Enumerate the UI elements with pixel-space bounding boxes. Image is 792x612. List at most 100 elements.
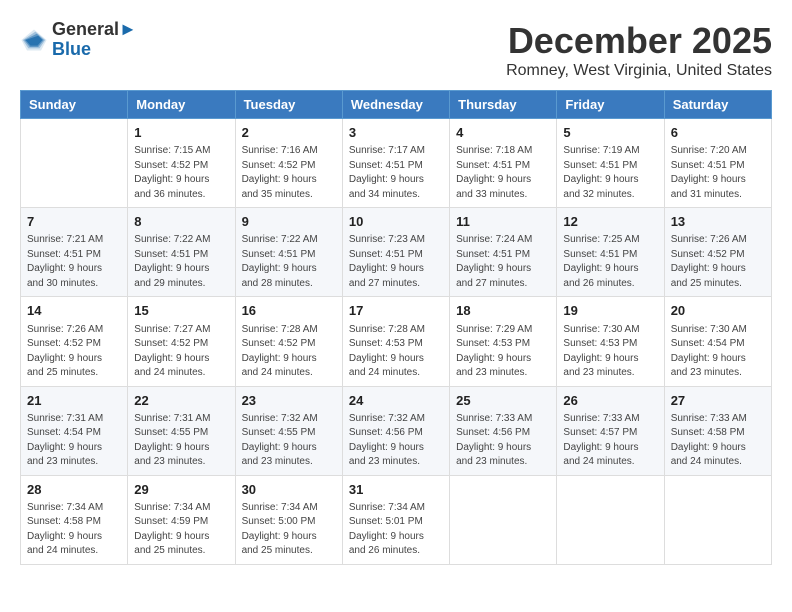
- calendar-cell: 9 Sunrise: 7:22 AM Sunset: 4:51 PM Daylig…: [235, 208, 342, 297]
- day-number: 4: [456, 124, 550, 142]
- calendar-cell: [21, 119, 128, 208]
- logo-text: General► Blue: [52, 20, 137, 60]
- calendar-cell: 19Sunrise: 7:30 AM Sunset: 4:53 PM Dayli…: [557, 297, 664, 386]
- day-number: 6: [671, 124, 765, 142]
- calendar-cell: 21Sunrise: 7:31 AM Sunset: 4:54 PM Dayli…: [21, 386, 128, 475]
- calendar-cell: 28 Sunrise: 7:34 AM Sunset: 4:58 PM Dayli…: [21, 475, 128, 564]
- day-info: Sunrise: 7:17 AM Sunset: 4:51 PM Dayligh…: [349, 144, 443, 202]
- calendar-cell: 17 Sunrise: 7:28 AM Sunset: 4:53 PM Dayli…: [342, 297, 449, 386]
- day-number: 8: [134, 213, 228, 231]
- day-info: Sunrise: 7:31 AM Sunset: 4:54 PM Dayligh…: [27, 412, 121, 470]
- day-info: Sunrise: 7:23 AM Sunset: 4:51 PM Dayligh…: [349, 233, 443, 291]
- day-number: 5: [563, 124, 657, 142]
- day-info: Sunrise: 7:15 AM Sunset: 4:52 PM Dayligh…: [134, 144, 228, 202]
- header-day-wednesday: Wednesday: [342, 91, 449, 119]
- calendar-week-4: 21Sunrise: 7:31 AM Sunset: 4:54 PM Dayli…: [21, 386, 772, 475]
- day-info: Sunrise: 7:31 AM Sunset: 4:55 PM Dayligh…: [134, 412, 228, 470]
- day-number: 19: [563, 302, 657, 320]
- day-info: Sunrise: 7:20 AM Sunset: 4:51 PM Dayligh…: [671, 144, 765, 202]
- header-day-thursday: Thursday: [450, 91, 557, 119]
- day-info: Sunrise: 7:18 AM Sunset: 4:51 PM Dayligh…: [456, 144, 550, 202]
- day-number: 29: [134, 481, 228, 499]
- calendar-cell: 2 Sunrise: 7:16 AM Sunset: 4:52 PM Daylig…: [235, 119, 342, 208]
- day-number: 15: [134, 302, 228, 320]
- header-day-monday: Monday: [128, 91, 235, 119]
- logo-icon: [20, 26, 48, 54]
- day-info: Sunrise: 7:34 AM Sunset: 4:59 PM Dayligh…: [134, 501, 228, 559]
- calendar-cell: [664, 475, 771, 564]
- day-number: 9: [242, 213, 336, 231]
- calendar-cell: 12Sunrise: 7:25 AM Sunset: 4:51 PM Dayli…: [557, 208, 664, 297]
- calendar-cell: 1 Sunrise: 7:15 AM Sunset: 4:52 PM Daylig…: [128, 119, 235, 208]
- calendar-cell: 18 Sunrise: 7:29 AM Sunset: 4:53 PM Dayli…: [450, 297, 557, 386]
- day-info: Sunrise: 7:34 AM Sunset: 5:00 PM Dayligh…: [242, 501, 336, 559]
- header-day-saturday: Saturday: [664, 91, 771, 119]
- calendar-cell: 29 Sunrise: 7:34 AM Sunset: 4:59 PM Dayli…: [128, 475, 235, 564]
- day-number: 16: [242, 302, 336, 320]
- calendar-cell: 8Sunrise: 7:22 AM Sunset: 4:51 PM Daylig…: [128, 208, 235, 297]
- main-title: December 2025: [506, 20, 772, 62]
- day-info: Sunrise: 7:32 AM Sunset: 4:55 PM Dayligh…: [242, 412, 336, 470]
- calendar-week-1: 1 Sunrise: 7:15 AM Sunset: 4:52 PM Daylig…: [21, 119, 772, 208]
- calendar-cell: [450, 475, 557, 564]
- logo-blue-text: Blue: [52, 40, 137, 60]
- calendar-week-2: 7 Sunrise: 7:21 AM Sunset: 4:51 PM Daylig…: [21, 208, 772, 297]
- calendar-cell: 26Sunrise: 7:33 AM Sunset: 4:57 PM Dayli…: [557, 386, 664, 475]
- day-info: Sunrise: 7:30 AM Sunset: 4:54 PM Dayligh…: [671, 323, 765, 381]
- day-info: Sunrise: 7:16 AM Sunset: 4:52 PM Dayligh…: [242, 144, 336, 202]
- day-number: 18: [456, 302, 550, 320]
- day-info: Sunrise: 7:25 AM Sunset: 4:51 PM Dayligh…: [563, 233, 657, 291]
- day-info: Sunrise: 7:26 AM Sunset: 4:52 PM Dayligh…: [27, 323, 121, 381]
- calendar-week-5: 28 Sunrise: 7:34 AM Sunset: 4:58 PM Dayli…: [21, 475, 772, 564]
- day-info: Sunrise: 7:19 AM Sunset: 4:51 PM Dayligh…: [563, 144, 657, 202]
- calendar-cell: 6 Sunrise: 7:20 AM Sunset: 4:51 PM Daylig…: [664, 119, 771, 208]
- header-day-tuesday: Tuesday: [235, 91, 342, 119]
- calendar-cell: 16 Sunrise: 7:28 AM Sunset: 4:52 PM Dayli…: [235, 297, 342, 386]
- day-info: Sunrise: 7:34 AM Sunset: 4:58 PM Dayligh…: [27, 501, 121, 559]
- day-info: Sunrise: 7:33 AM Sunset: 4:57 PM Dayligh…: [563, 412, 657, 470]
- day-number: 28: [27, 481, 121, 499]
- logo-blue-icon: ►: [119, 19, 137, 39]
- calendar-cell: 11 Sunrise: 7:24 AM Sunset: 4:51 PM Dayli…: [450, 208, 557, 297]
- day-number: 11: [456, 213, 550, 231]
- day-info: Sunrise: 7:21 AM Sunset: 4:51 PM Dayligh…: [27, 233, 121, 291]
- calendar-week-3: 14Sunrise: 7:26 AM Sunset: 4:52 PM Dayli…: [21, 297, 772, 386]
- day-info: Sunrise: 7:24 AM Sunset: 4:51 PM Dayligh…: [456, 233, 550, 291]
- calendar-cell: 5 Sunrise: 7:19 AM Sunset: 4:51 PM Daylig…: [557, 119, 664, 208]
- calendar-cell: 25Sunrise: 7:33 AM Sunset: 4:56 PM Dayli…: [450, 386, 557, 475]
- calendar-cell: 3 Sunrise: 7:17 AM Sunset: 4:51 PM Daylig…: [342, 119, 449, 208]
- day-info: Sunrise: 7:28 AM Sunset: 4:53 PM Dayligh…: [349, 323, 443, 381]
- day-number: 27: [671, 392, 765, 410]
- header-row: SundayMondayTuesdayWednesdayThursdayFrid…: [21, 91, 772, 119]
- day-number: 1: [134, 124, 228, 142]
- calendar-cell: 22 Sunrise: 7:31 AM Sunset: 4:55 PM Dayli…: [128, 386, 235, 475]
- calendar-cell: 10Sunrise: 7:23 AM Sunset: 4:51 PM Dayli…: [342, 208, 449, 297]
- calendar-header: SundayMondayTuesdayWednesdayThursdayFrid…: [21, 91, 772, 119]
- header-day-sunday: Sunday: [21, 91, 128, 119]
- day-info: Sunrise: 7:33 AM Sunset: 4:58 PM Dayligh…: [671, 412, 765, 470]
- day-number: 7: [27, 213, 121, 231]
- calendar-cell: 7 Sunrise: 7:21 AM Sunset: 4:51 PM Daylig…: [21, 208, 128, 297]
- page-header: General► Blue December 2025 Romney, West…: [20, 20, 772, 80]
- day-number: 20: [671, 302, 765, 320]
- logo-general-text: General: [52, 19, 119, 39]
- calendar-table: SundayMondayTuesdayWednesdayThursdayFrid…: [20, 90, 772, 565]
- day-info: Sunrise: 7:22 AM Sunset: 4:51 PM Dayligh…: [242, 233, 336, 291]
- day-number: 22: [134, 392, 228, 410]
- calendar-cell: 31Sunrise: 7:34 AM Sunset: 5:01 PM Dayli…: [342, 475, 449, 564]
- day-info: Sunrise: 7:29 AM Sunset: 4:53 PM Dayligh…: [456, 323, 550, 381]
- calendar-cell: 20 Sunrise: 7:30 AM Sunset: 4:54 PM Dayli…: [664, 297, 771, 386]
- calendar-cell: [557, 475, 664, 564]
- calendar-body: 1 Sunrise: 7:15 AM Sunset: 4:52 PM Daylig…: [21, 119, 772, 565]
- day-info: Sunrise: 7:28 AM Sunset: 4:52 PM Dayligh…: [242, 323, 336, 381]
- calendar-cell: 13Sunrise: 7:26 AM Sunset: 4:52 PM Dayli…: [664, 208, 771, 297]
- day-number: 30: [242, 481, 336, 499]
- day-number: 13: [671, 213, 765, 231]
- day-number: 31: [349, 481, 443, 499]
- day-number: 17: [349, 302, 443, 320]
- calendar-cell: 30 Sunrise: 7:34 AM Sunset: 5:00 PM Dayli…: [235, 475, 342, 564]
- title-block: December 2025 Romney, West Virginia, Uni…: [506, 20, 772, 80]
- subtitle: Romney, West Virginia, United States: [506, 62, 772, 80]
- day-number: 2: [242, 124, 336, 142]
- day-number: 3: [349, 124, 443, 142]
